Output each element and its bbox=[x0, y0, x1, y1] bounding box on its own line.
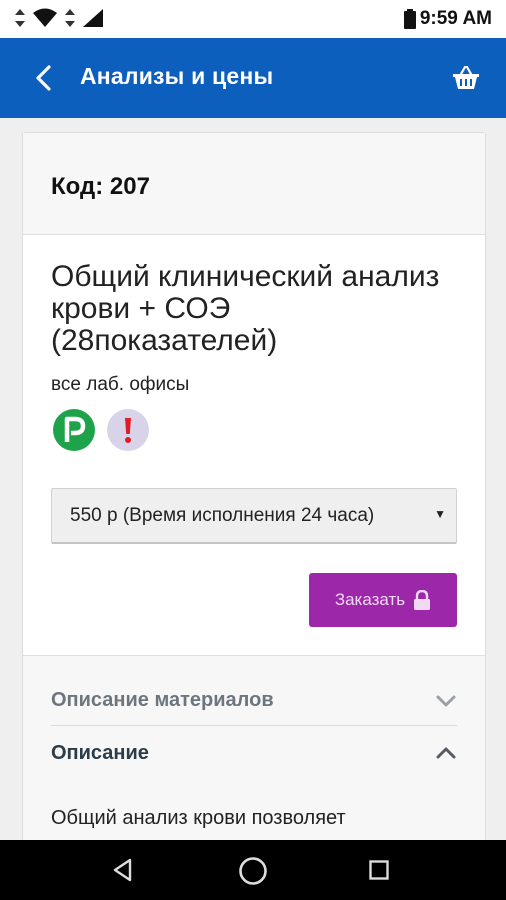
back-button[interactable] bbox=[26, 60, 62, 96]
accordion-item-description[interactable]: Описание bbox=[51, 728, 457, 778]
back-triangle-icon[interactable] bbox=[110, 857, 136, 883]
chevron-down-icon bbox=[436, 695, 456, 706]
letter-p-icon bbox=[64, 416, 86, 442]
status-bar: 9:59 AM bbox=[0, 0, 506, 38]
status-icons-right: 9:59 AM bbox=[403, 8, 492, 30]
signal-icon bbox=[83, 9, 103, 27]
wifi-icon bbox=[33, 8, 57, 27]
home-circle-icon[interactable] bbox=[238, 856, 268, 886]
order-button[interactable]: Заказать bbox=[309, 573, 457, 627]
back-arrow-icon bbox=[36, 65, 51, 91]
offices-label: все лаб. офисы bbox=[51, 374, 190, 395]
price-option: 550 р (Время исполнения 24 часа) bbox=[70, 504, 375, 526]
alert-badge-icon[interactable] bbox=[107, 409, 149, 451]
cart-button[interactable] bbox=[448, 60, 484, 96]
app-bar: Анализы и цены bbox=[0, 38, 506, 118]
badges bbox=[53, 409, 149, 451]
lock-icon bbox=[414, 590, 431, 610]
battery-icon bbox=[403, 9, 416, 29]
content-area[interactable]: Код: 207 Общий клинический анализ крови … bbox=[0, 118, 506, 840]
test-name: Общий клинический анализ крови + СОЭ (28… bbox=[51, 260, 440, 357]
status-icons-left bbox=[14, 8, 104, 28]
chevron-up-icon bbox=[436, 747, 456, 759]
basket-icon bbox=[453, 66, 479, 89]
accordion-title: Описание bbox=[51, 741, 149, 764]
exclamation-icon bbox=[125, 418, 131, 443]
price-select[interactable]: 550 р (Время исполнения 24 часа) ▼ bbox=[51, 488, 457, 544]
order-button-label: Заказать bbox=[334, 590, 406, 609]
test-code: Код: 207 bbox=[51, 173, 150, 200]
description-text: Общий анализ крови позволяет bbox=[51, 807, 346, 829]
clock: 9:59 AM bbox=[419, 8, 492, 29]
system-nav-bar bbox=[0, 840, 506, 900]
card-header: Код: 207 bbox=[23, 133, 485, 235]
page-title: Анализы и цены bbox=[80, 63, 274, 89]
accordion-item-materials[interactable]: Описание материалов bbox=[51, 676, 457, 726]
data-arrows-icon bbox=[65, 9, 75, 27]
accordion-title: Описание материалов bbox=[51, 689, 274, 711]
dropdown-caret-icon: ▼ bbox=[434, 507, 446, 521]
recents-square-icon[interactable] bbox=[368, 859, 390, 881]
data-arrows-icon bbox=[15, 9, 25, 27]
test-card: Код: 207 Общий клинический анализ крови … bbox=[22, 132, 486, 840]
parking-badge-icon[interactable] bbox=[53, 409, 95, 451]
